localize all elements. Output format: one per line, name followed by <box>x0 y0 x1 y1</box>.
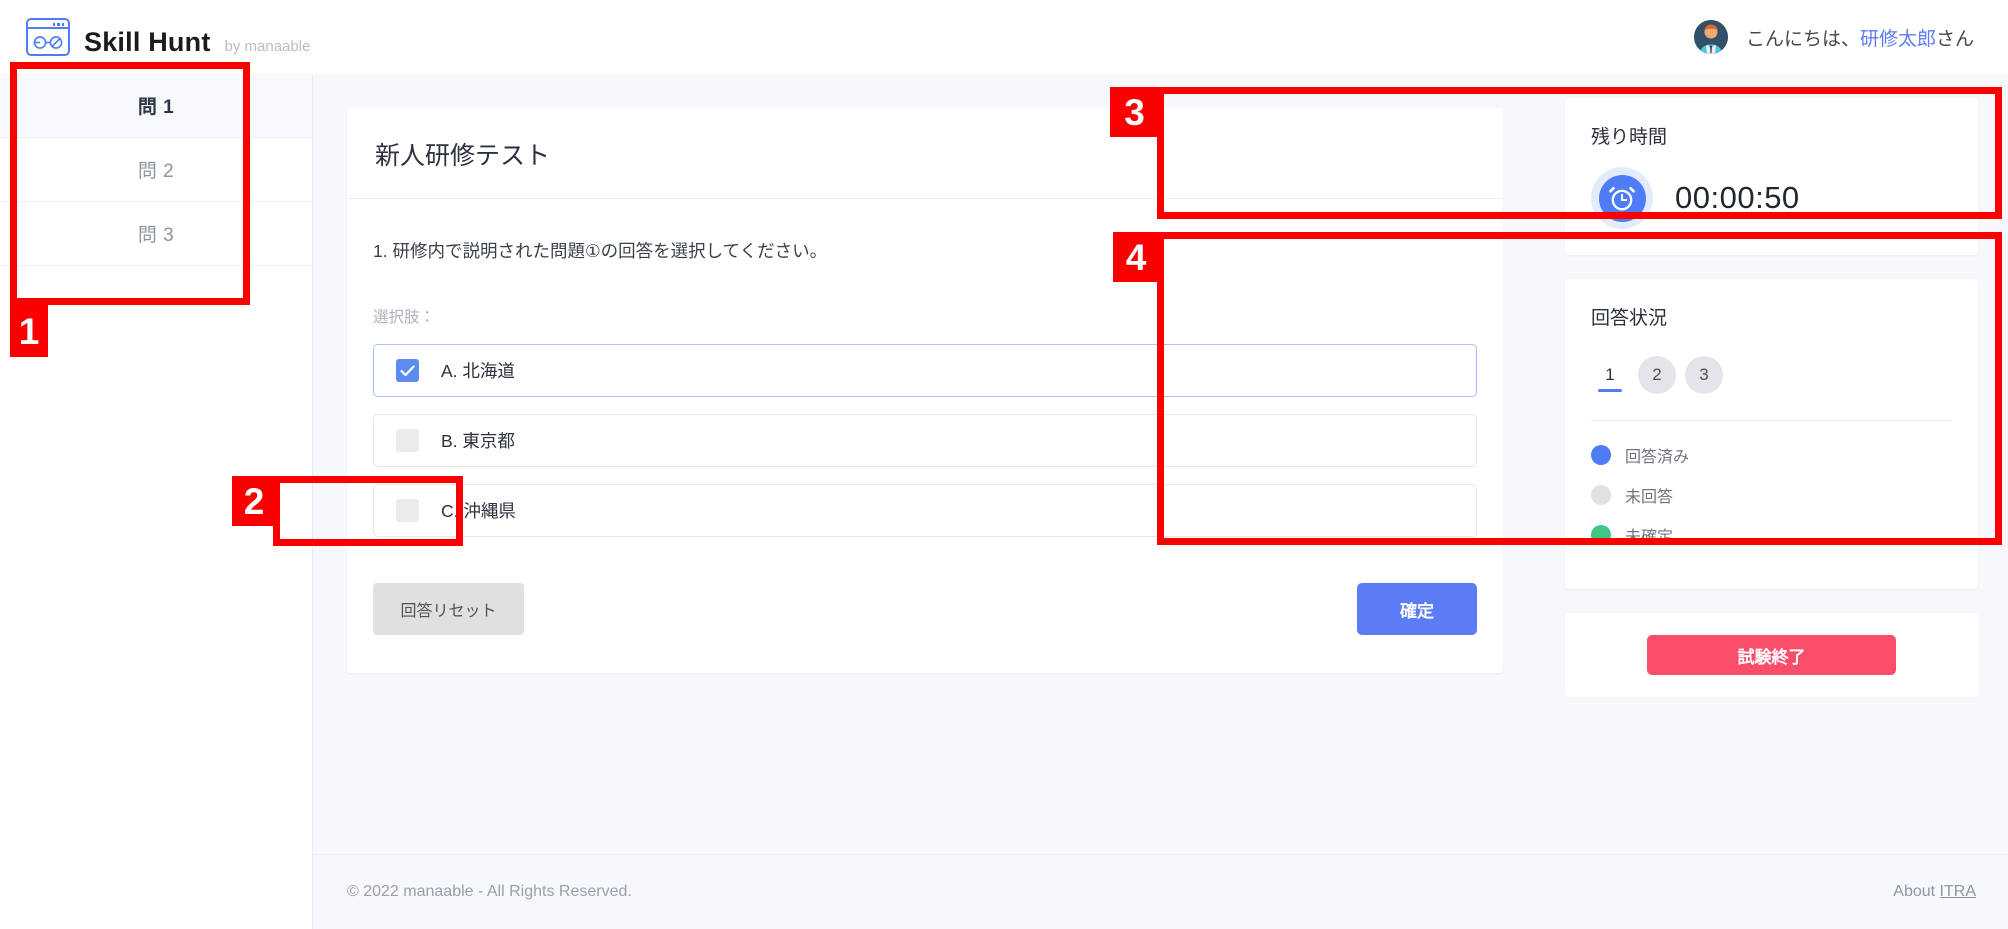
legend-item-unconfirmed: 未確定 <box>1591 523 1952 547</box>
timer-panel: 残り時間 00:00:50 <box>1565 98 1978 255</box>
action-row: 回答リセット 確定 <box>373 583 1477 643</box>
app-root: Skill Hunt by manaable こんにちは、研修太郎さん 問 1 … <box>0 0 2008 929</box>
brand[interactable]: Skill Hunt by manaable <box>26 18 310 56</box>
answer-status-title: 回答状況 <box>1591 308 1668 329</box>
avatar[interactable] <box>1693 20 1728 54</box>
timer-panel-title: 残り時間 <box>1591 127 1668 148</box>
brand-subtitle: by manaable <box>224 38 311 55</box>
app-header: Skill Hunt by manaable こんにちは、研修太郎さん <box>0 0 2008 74</box>
body-area: 問 1 問 2 問 3 新人研修テスト 1. 研修内で説明された問題①の回答を選… <box>0 74 2008 929</box>
sidebar-item-question-1[interactable]: 問 1 <box>0 74 312 138</box>
choices-label: 選択肢： <box>373 309 436 326</box>
legend-label: 未回答 <box>1625 489 1674 506</box>
brand-title: Skill Hunt <box>84 27 211 57</box>
pager-item-3[interactable]: 3 <box>1685 356 1723 394</box>
footer-about[interactable]: About ITRA <box>1893 883 1976 901</box>
about-itra-link[interactable]: ITRA <box>1940 883 1976 900</box>
footer-copyright: © 2022 manaable - All Rights Reserved. <box>347 883 632 900</box>
finish-exam-button[interactable]: 試験終了 <box>1647 635 1896 675</box>
sidebar-item-question-3[interactable]: 問 3 <box>0 202 312 266</box>
glasses-browser-logo-icon <box>26 18 70 56</box>
finish-panel: 試験終了 <box>1565 613 1978 697</box>
pager-item-1[interactable]: 1 <box>1591 356 1629 394</box>
alarm-clock-icon <box>1591 167 1653 229</box>
checkbox-icon[interactable] <box>396 499 419 522</box>
footer-about-prefix: About <box>1893 883 1940 900</box>
choice-label: C. 沖縄県 <box>441 501 516 521</box>
greeting-prefix: こんにちは、 <box>1745 28 1860 50</box>
question-sidebar: 問 1 問 2 問 3 <box>0 74 313 929</box>
footer: © 2022 manaable - All Rights Reserved. A… <box>313 854 2008 929</box>
legend-label: 回答済み <box>1625 449 1690 466</box>
remaining-time-value: 00:00:50 <box>1675 180 1800 215</box>
question-card: 新人研修テスト 1. 研修内で説明された問題①の回答を選択してください。 選択肢… <box>347 108 1503 673</box>
question-pager: 1 2 3 <box>1591 356 1952 394</box>
choice-option-b[interactable]: B. 東京都 <box>373 414 1477 467</box>
timer-row: 00:00:50 <box>1591 167 1952 229</box>
question-text: 1. 研修内で説明された問題①の回答を選択してください。 <box>373 241 828 261</box>
panel-divider <box>1591 420 1952 421</box>
pager-item-2[interactable]: 2 <box>1638 356 1676 394</box>
sidebar-item-question-2[interactable]: 問 2 <box>0 138 312 202</box>
answer-status-panel: 回答状況 1 2 3 回答済み 未回答 未確定 <box>1565 279 1978 589</box>
legend-dot-answered-icon <box>1591 445 1611 465</box>
legend-item-unanswered: 未回答 <box>1591 483 1952 507</box>
reset-answer-button[interactable]: 回答リセット <box>373 583 524 635</box>
legend-label: 未確定 <box>1625 529 1674 546</box>
user-name[interactable]: 研修太郎 <box>1860 29 1936 50</box>
right-rail: 残り時間 00:00:50 回答状況 1 2 3 回答済み 未回答 未確定 試験… <box>1553 74 2008 929</box>
header-user-area[interactable]: こんにちは、研修太郎さん <box>1693 20 1974 54</box>
sidebar-item-label: 問 1 <box>137 97 175 118</box>
choice-option-c[interactable]: C. 沖縄県 <box>373 484 1477 537</box>
legend-dot-unconfirmed-icon <box>1591 525 1611 545</box>
greeting-text: こんにちは、研修太郎さん <box>1746 24 1974 51</box>
greeting-suffix: さん <box>1935 28 1974 50</box>
sidebar-item-label: 問 3 <box>137 225 175 246</box>
choice-label: A. 北海道 <box>441 361 515 381</box>
question-body: 1. 研修内で説明された問題①の回答を選択してください。 選択肢： A. 北海道… <box>347 199 1503 673</box>
sidebar-item-label: 問 2 <box>137 161 175 182</box>
main-content: 新人研修テスト 1. 研修内で説明された問題①の回答を選択してください。 選択肢… <box>313 74 1553 929</box>
confirm-button[interactable]: 確定 <box>1357 583 1477 635</box>
choice-label: B. 東京都 <box>441 431 515 451</box>
legend-dot-unanswered-icon <box>1591 485 1611 505</box>
choice-option-a[interactable]: A. 北海道 <box>373 344 1477 397</box>
checkbox-checked-icon[interactable] <box>396 359 419 382</box>
checkbox-icon[interactable] <box>396 429 419 452</box>
page-title: 新人研修テスト <box>347 108 1503 199</box>
legend-item-answered: 回答済み <box>1591 443 1952 467</box>
